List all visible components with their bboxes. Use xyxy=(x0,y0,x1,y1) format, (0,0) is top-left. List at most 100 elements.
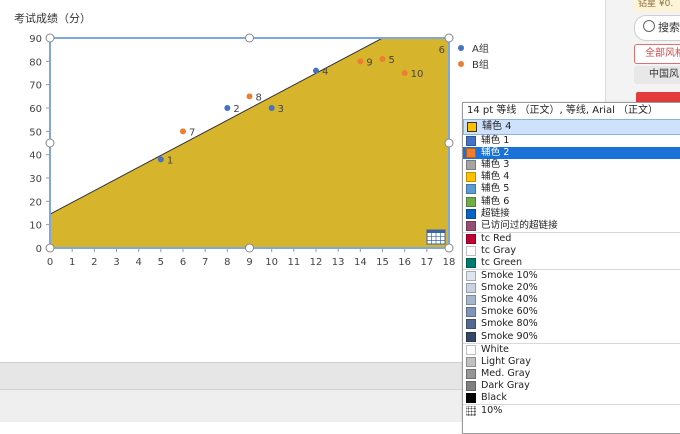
legend-label: A组 xyxy=(472,42,489,55)
color-option-label: 辅色 1 xyxy=(481,135,510,147)
color-swatch xyxy=(466,220,476,231)
x-tick-label: 4 xyxy=(135,257,141,268)
y-tick-label: 20 xyxy=(29,197,42,208)
x-tick-label: 7 xyxy=(202,257,208,268)
x-tick-label: 5 xyxy=(158,257,164,268)
color-option[interactable]: White xyxy=(463,342,680,356)
x-tick-label: 12 xyxy=(310,257,323,268)
resize-handle xyxy=(444,138,454,148)
color-dropdown[interactable]: 14 pt 等线 （正文）, 等线, Arial （正文） 辅色 4 辅色 1辅… xyxy=(462,102,680,434)
y-tick-label: 40 xyxy=(29,151,42,162)
color-option-label: tc Red xyxy=(481,232,512,244)
color-swatch xyxy=(466,233,476,244)
resize-handle xyxy=(245,33,254,43)
color-swatch xyxy=(466,356,476,367)
color-swatch xyxy=(466,271,476,282)
data-label: 2 xyxy=(233,104,239,115)
color-option[interactable]: 辅色 1 xyxy=(463,135,680,147)
member-badge[interactable]: 钻星 ¥0. xyxy=(634,0,680,12)
resize-handle xyxy=(444,33,454,43)
color-option[interactable]: Dark Gray xyxy=(463,380,680,392)
all-styles-button[interactable]: 全部风格 xyxy=(634,44,680,64)
color-option-label: Smoke 90% xyxy=(481,330,538,342)
search-box[interactable]: 搜索 xyxy=(634,15,680,41)
x-tick-label: 6 xyxy=(180,257,186,268)
current-color-swatch xyxy=(467,122,477,132)
data-label: 1 xyxy=(167,155,173,166)
color-option[interactable]: Smoke 80% xyxy=(463,318,680,330)
color-option-label: 辅色 3 xyxy=(481,159,510,171)
color-option-label: tc Green xyxy=(481,256,523,268)
color-option-label: 辅色 6 xyxy=(481,195,510,207)
color-option[interactable]: 辅色 4 xyxy=(463,171,680,183)
x-tick-label: 1 xyxy=(69,257,75,268)
data-label: 10 xyxy=(411,69,424,80)
x-tick-label: 13 xyxy=(332,257,345,268)
data-point xyxy=(401,70,408,76)
resize-handle xyxy=(45,243,55,253)
color-option[interactable]: Smoke 40% xyxy=(463,294,680,306)
color-option[interactable]: Light Gray xyxy=(463,356,680,368)
x-tick-label: 17 xyxy=(420,257,433,268)
color-option-label: 辅色 5 xyxy=(481,183,510,195)
data-point xyxy=(268,105,275,111)
y-tick-label: 0 xyxy=(36,244,42,255)
y-tick-label: 80 xyxy=(29,57,42,68)
data-label: 7 xyxy=(189,127,195,138)
y-tick-label: 70 xyxy=(29,81,42,92)
current-color-item[interactable]: 辅色 4 xyxy=(463,119,680,135)
current-color-label: 辅色 4 xyxy=(482,121,512,132)
x-tick-label: 0 xyxy=(47,257,53,268)
x-tick-label: 15 xyxy=(376,257,389,268)
color-swatch xyxy=(466,283,476,294)
color-option[interactable]: Smoke 20% xyxy=(463,282,680,294)
color-option[interactable]: 超链接 xyxy=(463,208,680,220)
color-option[interactable]: Smoke 60% xyxy=(463,306,680,318)
color-swatch xyxy=(466,295,476,306)
color-swatch xyxy=(466,245,476,256)
resize-handle xyxy=(45,33,55,43)
color-swatch xyxy=(466,136,476,147)
color-swatch xyxy=(466,148,476,159)
color-swatch xyxy=(466,257,476,268)
color-option[interactable]: Smoke 10% xyxy=(463,269,680,282)
color-option[interactable]: 辅色 6 xyxy=(463,195,680,207)
legend-label: B组 xyxy=(472,58,489,71)
color-option-label: Smoke 60% xyxy=(481,306,538,318)
legend-marker xyxy=(458,61,464,67)
color-swatch xyxy=(466,307,476,318)
resize-handle xyxy=(45,138,55,148)
color-option[interactable]: 辅色 3 xyxy=(463,159,680,171)
color-swatch xyxy=(466,344,476,355)
data-point xyxy=(180,128,186,135)
color-option[interactable]: tc Gray xyxy=(463,245,680,257)
color-swatch xyxy=(466,319,476,330)
x-tick-label: 11 xyxy=(287,257,300,268)
resize-handle xyxy=(444,243,454,253)
data-label: 6 xyxy=(439,45,445,56)
color-option[interactable]: 已访问过的超链接 xyxy=(463,220,680,232)
data-label: 9 xyxy=(366,57,372,68)
color-option[interactable]: 辅色 2 xyxy=(463,147,680,160)
data-point xyxy=(313,67,319,74)
y-tick-label: 10 xyxy=(29,221,42,232)
color-option[interactable]: tc Green xyxy=(463,257,680,269)
color-option[interactable]: 辅色 5 xyxy=(463,183,680,195)
color-option-label: Light Gray xyxy=(481,355,531,367)
color-swatch xyxy=(466,196,476,207)
color-option[interactable]: tc Red xyxy=(463,231,680,245)
color-option[interactable]: Med. Gray xyxy=(463,368,680,380)
color-swatch xyxy=(466,406,476,417)
color-option-label: 辅色 4 xyxy=(481,171,510,183)
color-swatch xyxy=(466,393,476,404)
data-point xyxy=(357,58,364,65)
color-option[interactable]: 10% xyxy=(463,404,680,417)
x-tick-label: 9 xyxy=(246,257,252,268)
color-option[interactable]: Black xyxy=(463,392,680,404)
data-label: 3 xyxy=(278,104,284,115)
color-option-label: 超链接 xyxy=(481,207,510,219)
color-option[interactable]: Smoke 90% xyxy=(463,331,680,343)
y-tick-label: 90 xyxy=(29,34,42,45)
color-swatch xyxy=(466,160,476,171)
chinese-style-tag[interactable]: 中国风 xyxy=(634,66,680,84)
